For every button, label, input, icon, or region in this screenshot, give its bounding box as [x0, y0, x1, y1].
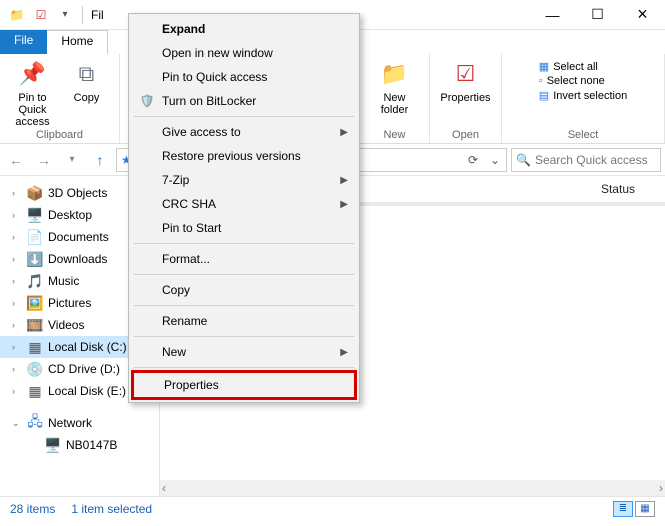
ctx-copy[interactable]: Copy [132, 278, 356, 302]
chevron-right-icon[interactable]: › [12, 342, 22, 352]
copy-button[interactable]: ⧉ Copy [61, 58, 113, 128]
column-header-status[interactable]: Status [601, 182, 635, 196]
nav-item-icon: 💿 [26, 361, 44, 378]
nav-item-label: Pictures [48, 296, 91, 310]
new-folder-icon: 📁 [379, 58, 411, 90]
chevron-right-icon[interactable]: › [12, 320, 22, 330]
chevron-right-icon[interactable]: › [12, 210, 22, 220]
chevron-right-icon[interactable]: › [12, 298, 22, 308]
nav-network[interactable]: ⌄ 🖧 Network [0, 412, 159, 434]
qat-dropdown-icon[interactable]: ▾ [54, 4, 76, 26]
ctx-new[interactable]: New▶ [132, 340, 356, 364]
ctx-format[interactable]: Format... [132, 247, 356, 271]
status-bar: 28 items 1 item selected ≣ ▦ [0, 496, 665, 520]
chevron-right-icon: ▶ [340, 199, 348, 210]
ctx-7zip[interactable]: 7-Zip▶ [132, 168, 356, 192]
separator [82, 6, 83, 24]
status-item-count: 28 items [10, 502, 55, 516]
nav-item-icon: ▦ [26, 339, 44, 356]
nav-item-icon: 🎞️ [26, 317, 44, 334]
network-icon: 🖧 [26, 411, 44, 435]
minimize-button[interactable]: ― [530, 0, 575, 30]
nav-item-label: Documents [48, 230, 109, 244]
ctx-open-new-window[interactable]: Open in new window [132, 41, 356, 65]
ctx-properties[interactable]: Properties [134, 373, 354, 397]
chevron-right-icon[interactable]: › [12, 232, 22, 242]
invert-selection-button[interactable]: ▤Invert selection [539, 89, 627, 102]
ctx-crc-sha[interactable]: CRC SHA▶ [132, 192, 356, 216]
context-menu: Expand Open in new window Pin to Quick a… [128, 13, 360, 403]
chevron-right-icon: ▶ [340, 175, 348, 186]
nav-item-icon: 🖼️ [26, 295, 44, 312]
properties-icon: ☑ [450, 58, 482, 90]
search-placeholder: Search Quick access [535, 153, 648, 167]
shield-icon: 🛡️ [138, 94, 156, 108]
status-selection: 1 item selected [71, 502, 152, 516]
select-all-button[interactable]: ▦Select all [539, 60, 627, 73]
computer-icon: 🖥️ [44, 437, 62, 454]
nav-item-label: Desktop [48, 208, 92, 222]
nav-item-label: Music [48, 274, 79, 288]
folder-icon: 📁 [6, 4, 28, 26]
select-none-button[interactable]: ▫Select none [539, 75, 627, 87]
nav-item-icon: 📄 [26, 229, 44, 246]
nav-item-label: CD Drive (D:) [48, 362, 120, 376]
nav-item-label: 3D Objects [48, 186, 107, 200]
pin-to-quick-access-button[interactable]: 📌 Pin to Quick access [7, 58, 59, 128]
chevron-right-icon[interactable]: › [12, 276, 22, 286]
nav-item-label: Local Disk (E:) [48, 384, 126, 398]
pin-icon: 📌 [17, 58, 49, 90]
chevron-right-icon[interactable]: › [12, 364, 22, 374]
group-label-clipboard: Clipboard [36, 129, 83, 143]
maximize-button[interactable]: ☐ [575, 0, 620, 30]
chevron-right-icon[interactable]: › [12, 188, 22, 198]
refresh-icon[interactable]: ⟳ [468, 153, 478, 167]
group-label-select: Select [568, 129, 599, 143]
nav-recent-dropdown[interactable]: ▾ [60, 148, 84, 172]
details-view-button[interactable]: ≣ [613, 501, 633, 517]
nav-item-icon: 📦 [26, 185, 44, 202]
close-button[interactable]: × [620, 0, 665, 30]
ctx-give-access-to[interactable]: Give access to▶ [132, 120, 356, 144]
group-label-open: Open [452, 129, 479, 143]
window-title: Fil [89, 8, 104, 22]
nav-forward-button[interactable]: → [32, 148, 56, 172]
nav-item-label: Videos [48, 318, 84, 332]
nav-item-icon: ⬇️ [26, 251, 44, 268]
ctx-restore-versions[interactable]: Restore previous versions [132, 144, 356, 168]
large-icons-view-button[interactable]: ▦ [635, 501, 655, 517]
address-dropdown-icon[interactable]: ⌄ [490, 153, 500, 167]
nav-item-icon: ▦ [26, 383, 44, 400]
ctx-pin-quick-access[interactable]: Pin to Quick access [132, 65, 356, 89]
search-box[interactable]: 🔍 Search Quick access [511, 148, 661, 172]
chevron-right-icon: ▶ [340, 127, 348, 138]
nav-item-icon: 🖥️ [26, 207, 44, 224]
group-label-new: New [383, 129, 405, 143]
ctx-bitlocker[interactable]: 🛡️Turn on BitLocker [132, 89, 356, 113]
chevron-down-icon[interactable]: ⌄ [12, 418, 22, 429]
nav-item-label: Downloads [48, 252, 107, 266]
ctx-expand[interactable]: Expand [132, 17, 356, 41]
tab-file[interactable]: File [0, 30, 47, 54]
qat-checkbox-icon[interactable]: ☑ [30, 4, 52, 26]
nav-up-button[interactable]: ↑ [88, 148, 112, 172]
nav-item-icon: 🎵 [26, 273, 44, 290]
chevron-right-icon[interactable]: › [12, 254, 22, 264]
new-folder-button[interactable]: 📁 New folder [369, 58, 421, 116]
chevron-right-icon: ▶ [340, 347, 348, 358]
tab-home[interactable]: Home [47, 30, 108, 54]
properties-button[interactable]: ☑ Properties [440, 58, 492, 104]
horizontal-scrollbar[interactable]: ‹› [160, 480, 665, 496]
ctx-rename[interactable]: Rename [132, 309, 356, 333]
ctx-pin-start[interactable]: Pin to Start [132, 216, 356, 240]
nav-network-child[interactable]: 🖥️ NB0147B [0, 434, 159, 456]
nav-back-button[interactable]: ← [4, 148, 28, 172]
copy-icon: ⧉ [71, 58, 103, 90]
search-icon: 🔍 [516, 153, 531, 167]
nav-item-label: Local Disk (C:) [48, 340, 127, 354]
chevron-right-icon[interactable]: › [12, 386, 22, 396]
